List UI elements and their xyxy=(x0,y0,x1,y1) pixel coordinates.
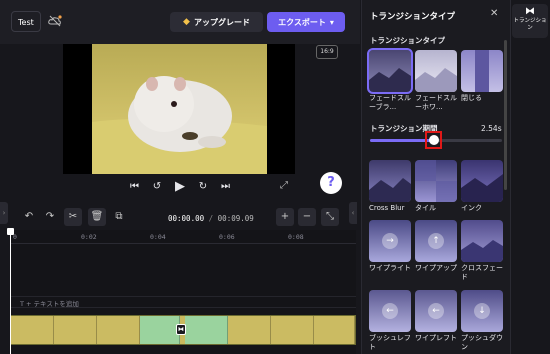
chevron-down-icon: ▾ xyxy=(329,17,334,27)
rewind-5s-icon[interactable]: ↺ xyxy=(153,179,161,195)
delete-trash-icon[interactable]: 🗑 xyxy=(88,208,106,226)
transition-icon: ⧓ xyxy=(525,6,535,17)
duplicate-icon[interactable]: ⧉ xyxy=(110,208,128,226)
ruler-tick: 0:08 xyxy=(288,233,304,241)
zoom-in-icon[interactable]: + xyxy=(276,208,294,226)
undo-icon[interactable]: ↶ xyxy=(20,208,38,226)
current-time: 00:00.00 xyxy=(168,214,205,223)
play-icon[interactable]: ▶ xyxy=(175,179,185,195)
rail-tab-label: トランジション xyxy=(513,18,547,31)
transition-label: フェードスルーブラ... xyxy=(369,94,411,111)
upgrade-button[interactable]: ◆ アップグレード xyxy=(170,12,263,32)
transition-label: プッシュダウン xyxy=(461,334,503,351)
transition-label: タイル xyxy=(415,204,436,212)
transition-label: ワイプライト xyxy=(369,264,411,272)
transition-label: 閉じる xyxy=(461,94,482,102)
transition-card-push-down[interactable]: ↓ xyxy=(461,290,503,332)
transition-card-fade-black[interactable] xyxy=(367,48,413,94)
clip-thumbnail xyxy=(97,316,140,344)
timeline-ruler[interactable]: 0 0:02 0:04 0:06 0:08 xyxy=(10,230,356,244)
clip-thumbnail xyxy=(271,316,314,344)
transition-label: クロスフェード xyxy=(461,264,503,281)
ruler-tick: 0:02 xyxy=(81,233,97,241)
clip-thumbnail xyxy=(314,316,355,344)
transition-label: ワイプレフト xyxy=(415,334,457,342)
project-name[interactable]: Test xyxy=(11,11,41,32)
video-frame-image xyxy=(92,44,267,174)
zoom-out-icon[interactable]: − xyxy=(298,208,316,226)
aspect-ratio-button[interactable]: 16:9 xyxy=(316,45,338,59)
clip-thumbnail xyxy=(185,316,228,344)
transition-card-close[interactable] xyxy=(461,50,503,92)
transition-label: Cross Blur xyxy=(369,204,405,212)
left-panel-toggle[interactable]: › xyxy=(0,202,8,224)
time-display: 00:00.00 / 00:09.09 xyxy=(168,214,254,223)
fit-timeline-icon[interactable]: ⤡ xyxy=(321,208,339,226)
export-label: エクスポート xyxy=(278,17,326,27)
panel-title: トランジションタイプ xyxy=(370,12,456,22)
ruler-tick: 0:04 xyxy=(150,233,166,241)
skip-back-icon[interactable]: ⏮ xyxy=(130,179,139,195)
duration-slider-fill xyxy=(370,139,433,142)
section-label: トランジションタイプ xyxy=(370,36,445,45)
cloud-sync-off-icon[interactable] xyxy=(48,15,62,27)
split-scissors-icon[interactable]: ✂ xyxy=(64,208,82,226)
transition-card-crossfade[interactable] xyxy=(461,220,503,262)
export-button[interactable]: エクスポート ▾ xyxy=(267,12,345,32)
playhead[interactable] xyxy=(10,230,11,354)
forward-5s-icon[interactable]: ↻ xyxy=(199,179,207,195)
transition-label: ブッシュレフト xyxy=(369,334,411,351)
arrow-left-icon: ← xyxy=(382,303,398,319)
upgrade-label: アップグレード xyxy=(193,17,250,27)
duration-slider-handle[interactable] xyxy=(429,135,439,145)
gem-icon: ◆ xyxy=(183,17,190,27)
fullscreen-icon[interactable]: ⤢ xyxy=(280,180,288,191)
transition-card-ink[interactable] xyxy=(461,160,503,202)
transition-label: フェードスルーホワ... xyxy=(415,94,457,111)
help-button[interactable]: ? xyxy=(320,172,342,194)
playhead-handle[interactable] xyxy=(7,228,14,235)
add-text-label[interactable]: T + テキストを追加 xyxy=(20,298,79,308)
arrow-down-icon: ↓ xyxy=(474,303,490,319)
transition-marker[interactable]: ⧓ xyxy=(176,324,186,335)
clip-thumbnail xyxy=(54,316,97,344)
duration-value: 2.54s xyxy=(481,124,502,133)
playback-controls: ⏮ ↺ ▶ ↻ ⏭ xyxy=(130,179,230,195)
arrow-up-icon: ↑ xyxy=(428,233,444,249)
right-panel-toggle[interactable]: ‹ xyxy=(349,202,357,224)
transition-card-cross-blur[interactable] xyxy=(369,160,411,202)
panel-scrollbar[interactable] xyxy=(504,40,507,190)
arrow-left-icon: ← xyxy=(428,303,444,319)
clip-thumbnail xyxy=(11,316,54,344)
transition-label: インク xyxy=(461,204,482,212)
transition-card-push-left[interactable]: ← xyxy=(369,290,411,332)
total-time: 00:09.09 xyxy=(217,214,254,223)
close-icon[interactable]: ✕ xyxy=(490,8,498,19)
transition-card-tile[interactable] xyxy=(415,160,457,202)
right-rail xyxy=(510,0,550,354)
redo-icon[interactable]: ↷ xyxy=(41,208,59,226)
transition-card-wipe-up[interactable]: ↑ xyxy=(415,220,457,262)
clip-thumbnail xyxy=(140,316,180,344)
clip-thumbnail xyxy=(228,316,271,344)
transition-card-fade-white[interactable] xyxy=(415,50,457,92)
transition-label: ワイプアップ xyxy=(415,264,457,272)
transition-card-wipe-left[interactable]: ← xyxy=(415,290,457,332)
arrow-right-icon: → xyxy=(382,233,398,249)
ruler-tick: 0:06 xyxy=(219,233,235,241)
skip-forward-icon[interactable]: ⏭ xyxy=(221,179,230,195)
transition-card-wipe-right[interactable]: → xyxy=(369,220,411,262)
